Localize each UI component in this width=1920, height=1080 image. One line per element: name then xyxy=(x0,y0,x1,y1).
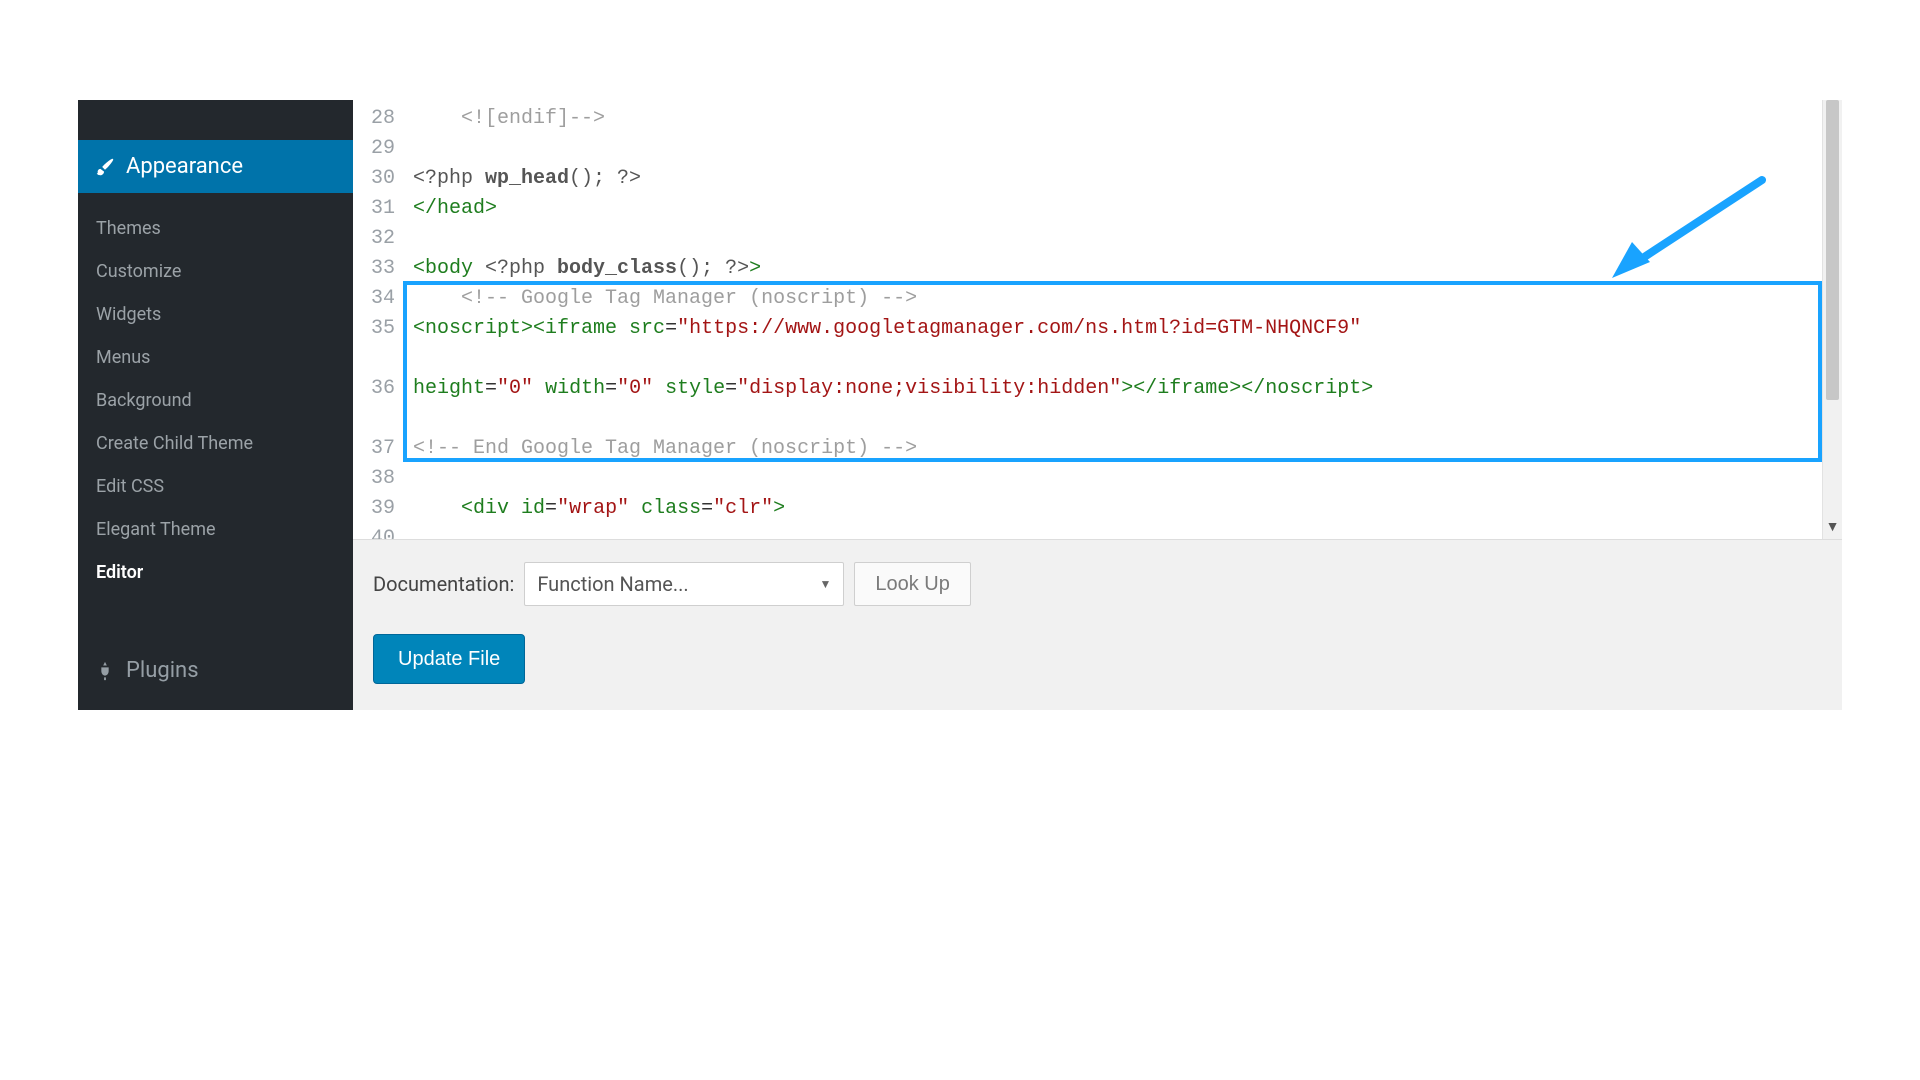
code-line[interactable]: <div id="wrap" class="clr"> xyxy=(413,494,1812,524)
documentation-label: Documentation: xyxy=(373,572,514,596)
admin-sidebar: Appearance Themes Customize Widgets Menu… xyxy=(78,100,353,710)
main-content: 28293031323334353637383940 <![endif]--> … xyxy=(353,100,1842,710)
code-line[interactable]: <?php wp_head(); ?> xyxy=(413,164,1812,194)
sidebar-item-elegant-theme[interactable]: Elegant Theme xyxy=(96,508,353,551)
line-number: 38 xyxy=(353,464,395,494)
code-line[interactable]: <![endif]--> xyxy=(413,104,1812,134)
update-file-button[interactable]: Update File xyxy=(373,634,525,684)
line-number: 33 xyxy=(353,254,395,284)
sidebar-item-label: Appearance xyxy=(126,154,243,179)
line-number: 39 xyxy=(353,494,395,524)
sidebar-item-editor[interactable]: Editor xyxy=(96,551,353,594)
line-number: 36 xyxy=(353,374,395,434)
code-line[interactable]: </head> xyxy=(413,194,1812,224)
sidebar-item-themes[interactable]: Themes xyxy=(96,207,353,250)
code-area[interactable]: <![endif]--> <?php wp_head(); ?></head> … xyxy=(405,100,1820,539)
line-number: 29 xyxy=(353,134,395,164)
code-editor[interactable]: 28293031323334353637383940 <![endif]--> … xyxy=(353,100,1842,540)
code-line[interactable]: <body <?php body_class(); ?>> xyxy=(413,254,1812,284)
sidebar-item-plugins[interactable]: Plugins xyxy=(78,644,353,697)
paintbrush-icon xyxy=(94,156,116,178)
code-line[interactable]: <!-- Google Tag Manager (noscript) --> xyxy=(413,284,1812,314)
app-frame: Appearance Themes Customize Widgets Menu… xyxy=(78,100,1842,710)
line-number: 32 xyxy=(353,224,395,254)
sidebar-item-widgets[interactable]: Widgets xyxy=(96,293,353,336)
code-line[interactable] xyxy=(413,524,1812,540)
sidebar-item-menus[interactable]: Menus xyxy=(96,336,353,379)
code-line[interactable] xyxy=(413,134,1812,164)
editor-footer: Documentation: Function Name... ▼ Look U… xyxy=(353,540,1842,710)
select-placeholder: Function Name... xyxy=(537,572,688,596)
line-number: 35 xyxy=(353,314,395,374)
line-number: 34 xyxy=(353,284,395,314)
scroll-down-icon[interactable]: ▼ xyxy=(1823,518,1842,535)
sidebar-item-edit-css[interactable]: Edit CSS xyxy=(96,465,353,508)
scrollbar-thumb[interactable] xyxy=(1826,100,1839,400)
sidebar-item-appearance[interactable]: Appearance xyxy=(78,140,353,193)
line-number: 28 xyxy=(353,104,395,134)
line-number: 37 xyxy=(353,434,395,464)
function-name-select[interactable]: Function Name... ▼ xyxy=(524,562,844,606)
sidebar-item-create-child-theme[interactable]: Create Child Theme xyxy=(96,422,353,465)
line-number: 31 xyxy=(353,194,395,224)
code-line[interactable]: <!-- End Google Tag Manager (noscript) -… xyxy=(413,434,1812,464)
appearance-submenu: Themes Customize Widgets Menus Backgroun… xyxy=(78,193,353,594)
vertical-scrollbar[interactable]: ▼ xyxy=(1822,100,1842,539)
look-up-button[interactable]: Look Up xyxy=(854,562,971,606)
line-number-gutter: 28293031323334353637383940 xyxy=(353,100,405,539)
line-number: 30 xyxy=(353,164,395,194)
sidebar-item-background[interactable]: Background xyxy=(96,379,353,422)
chevron-down-icon: ▼ xyxy=(819,577,831,591)
line-number: 40 xyxy=(353,524,395,540)
code-line[interactable]: <noscript><iframe src="https://www.googl… xyxy=(413,314,1812,374)
code-line[interactable] xyxy=(413,464,1812,494)
code-line[interactable]: height="0" width="0" style="display:none… xyxy=(413,374,1812,434)
code-line[interactable] xyxy=(413,224,1812,254)
sidebar-item-customize[interactable]: Customize xyxy=(96,250,353,293)
sidebar-item-label: Plugins xyxy=(126,658,199,683)
plug-icon xyxy=(94,660,116,682)
